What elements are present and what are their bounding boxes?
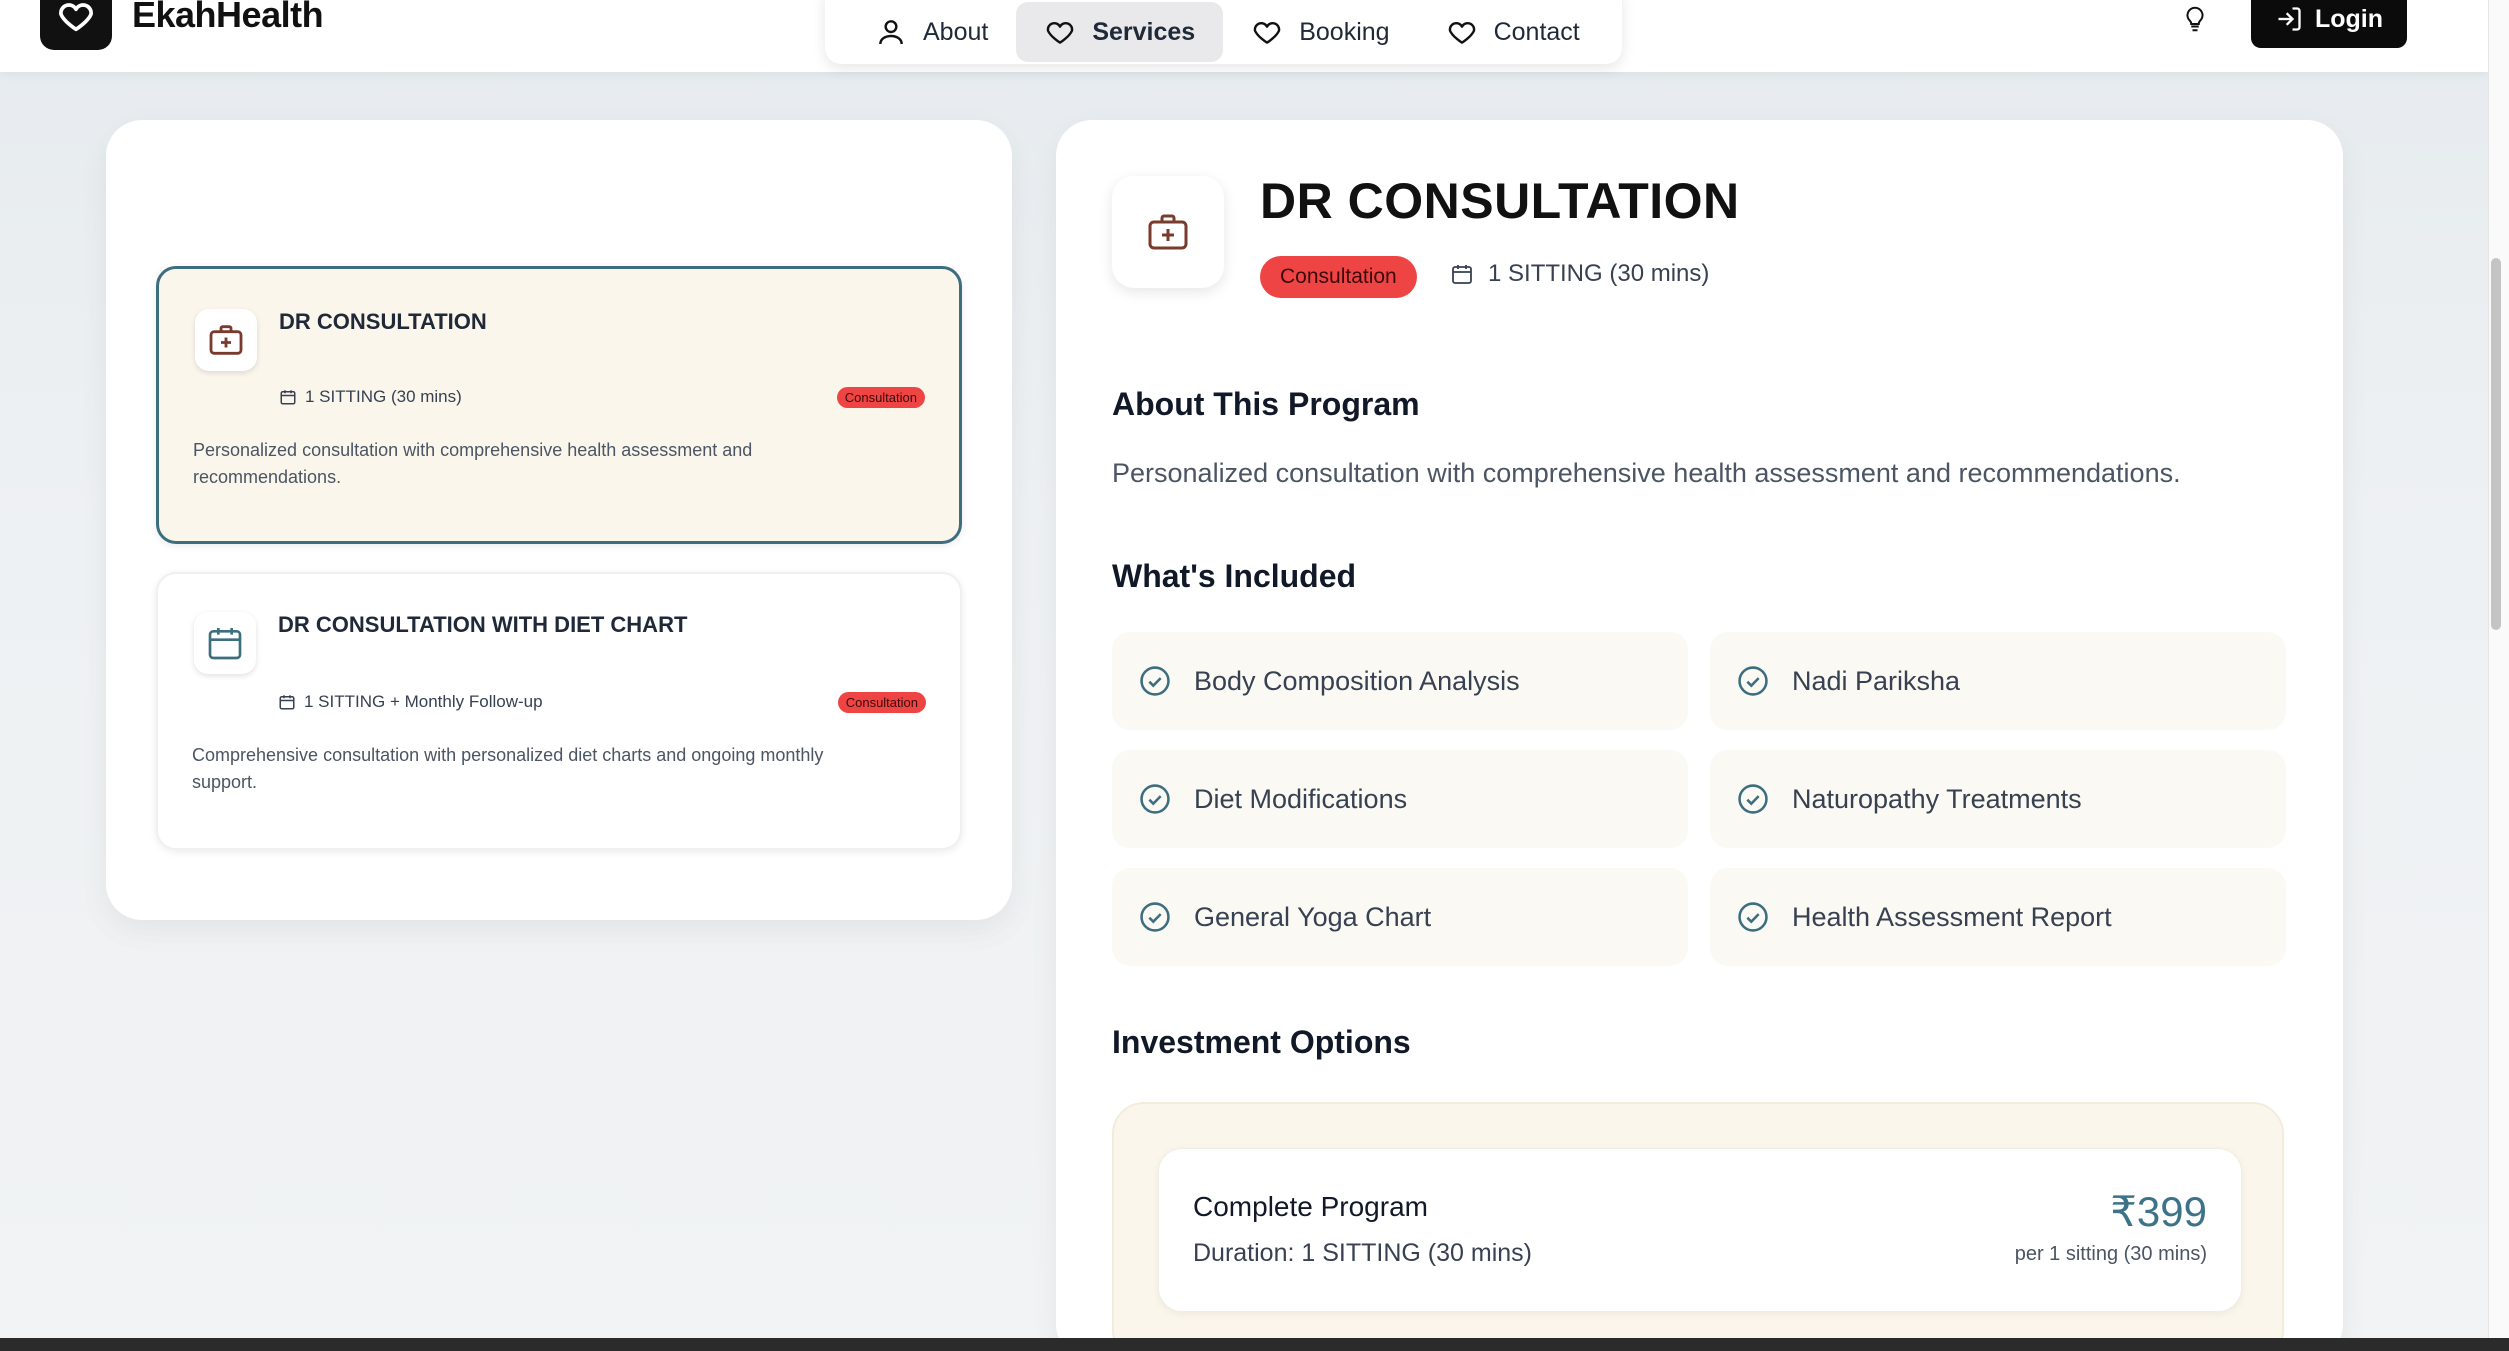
included-heading: What's Included (1112, 558, 1357, 594)
service-meta-text: 1 SITTING (30 mins) (305, 387, 462, 406)
login-icon (2278, 7, 2301, 31)
nav-booking[interactable]: Booking (1223, 2, 1417, 62)
scrollbar-thumb[interactable] (2491, 258, 2501, 630)
option-duration: Duration: 1 SITTING (30 mins) (1193, 1239, 1532, 1267)
heart-icon (1253, 22, 1281, 44)
medical-kit-icon (1112, 176, 1224, 288)
program-duration-text: 1 SITTING (30 mins) (1488, 260, 1710, 287)
login-label: Login (2314, 4, 2384, 33)
heart-icon (1047, 22, 1074, 44)
included-item-label: Health Assessment Report (1792, 901, 2112, 932)
scrollbar-track[interactable] (2488, 0, 2509, 1338)
included-item-label: Diet Modifications (1194, 783, 1408, 814)
included-item: Health Assessment Report (1710, 868, 2286, 966)
services-list-panel: DR CONSULTATION 1 SITTING (30 mins) Cons… (106, 120, 1012, 920)
nav-booking-label: Booking (1299, 17, 1390, 46)
logo[interactable] (40, 0, 112, 50)
service-meta-text: 1 SITTING + Monthly Follow-up (304, 692, 543, 711)
about-text: Personalized consultation with comprehen… (1112, 458, 2181, 488)
main-nav: About Services Booking Contact (825, 0, 1622, 64)
investment-options: Complete Program Duration: 1 SITTING (30… (1112, 1102, 2284, 1351)
included-item: Nadi Pariksha (1710, 632, 2286, 730)
check-circle-icon (1140, 902, 1170, 932)
window-bottom-edge (0, 1338, 2509, 1351)
user-icon (879, 20, 903, 45)
nav-about[interactable]: About (847, 2, 1016, 62)
calendar-icon (279, 695, 295, 710)
check-circle-icon (1140, 784, 1170, 814)
check-circle-icon (1738, 902, 1768, 932)
nav-contact[interactable]: Contact (1418, 2, 1608, 62)
category-badge: Consultation (837, 692, 926, 713)
heart-icon (1448, 22, 1475, 44)
included-item: Diet Modifications (1112, 750, 1688, 848)
service-description: Personalized consultation with comprehen… (193, 440, 753, 487)
included-item-label: Body Composition Analysis (1194, 665, 1520, 696)
brand-name[interactable]: EkahHealth (132, 0, 324, 36)
top-header: EkahHealth About Services Booking Contac… (0, 0, 2488, 72)
service-meta: 1 SITTING + Monthly Follow-up (278, 692, 543, 712)
heart-icon (59, 3, 93, 32)
lightbulb-icon[interactable] (2180, 2, 2210, 36)
about-heading: About This Program (1112, 386, 1420, 422)
login-button[interactable]: Login (2251, 0, 2407, 48)
included-item: Body Composition Analysis (1112, 632, 1688, 730)
service-title: DR CONSULTATION (279, 309, 487, 334)
included-item-label: Nadi Pariksha (1792, 665, 1961, 696)
service-card-dr-consultation-diet[interactable]: DR CONSULTATION WITH DIET CHART 1 SITTIN… (156, 572, 962, 850)
nav-services[interactable]: Services (1016, 2, 1224, 62)
included-item: Naturopathy Treatments (1710, 750, 2286, 848)
calendar-icon (280, 390, 296, 405)
service-detail-panel: DR CONSULTATION Consultation 1 SITTING (… (1056, 120, 2343, 1351)
calendar-icon (194, 612, 256, 674)
check-circle-icon (1140, 666, 1170, 696)
service-meta: 1 SITTING (30 mins) (279, 387, 462, 407)
medical-kit-icon (195, 309, 257, 371)
investment-option-card[interactable]: Complete Program Duration: 1 SITTING (30… (1158, 1148, 2242, 1312)
check-circle-icon (1738, 784, 1768, 814)
option-price: ₹399 (2110, 1188, 2207, 1235)
service-description: Comprehensive consultation with personal… (192, 745, 824, 792)
nav-services-label: Services (1092, 17, 1196, 46)
check-circle-icon (1738, 666, 1768, 696)
category-badge: Consultation (836, 387, 925, 408)
program-duration: 1 SITTING (30 mins) (1450, 260, 1709, 288)
investment-heading: Investment Options (1112, 1024, 1411, 1060)
nav-contact-label: Contact (1493, 17, 1580, 46)
service-title: DR CONSULTATION WITH DIET CHART (278, 612, 688, 637)
included-item-label: General Yoga Chart (1194, 901, 1432, 932)
option-name: Complete Program (1193, 1191, 1428, 1222)
program-title: DR CONSULTATION (1260, 173, 1740, 229)
program-category-badge: Consultation (1260, 256, 1417, 298)
service-card-dr-consultation[interactable]: DR CONSULTATION 1 SITTING (30 mins) Cons… (156, 266, 962, 544)
included-item: General Yoga Chart (1112, 868, 1688, 966)
nav-about-label: About (923, 17, 989, 46)
option-price-unit: per 1 sitting (30 mins) (2014, 1243, 2207, 1265)
included-item-label: Naturopathy Treatments (1792, 783, 2082, 814)
calendar-icon (1452, 265, 1472, 284)
